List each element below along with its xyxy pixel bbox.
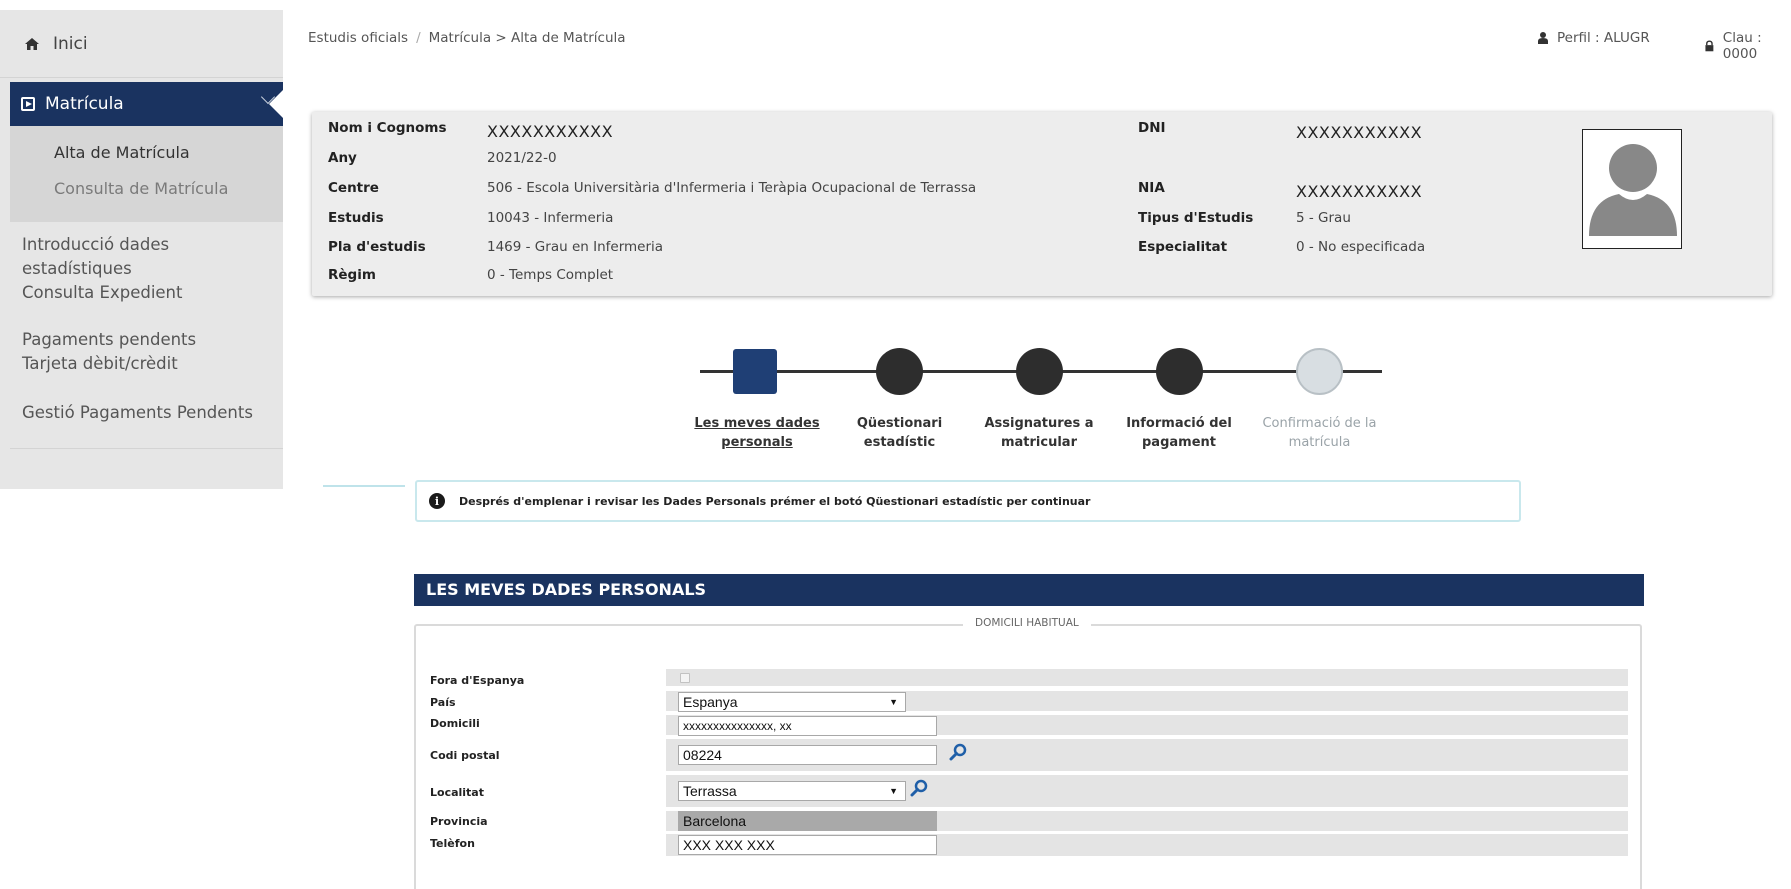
step-1-label[interactable]: Les meves dades personals — [692, 414, 822, 452]
step-4-marker[interactable] — [1156, 348, 1203, 395]
codi-postal-label: Codi postal — [430, 749, 500, 762]
key-label: Clau : 0000 — [1722, 30, 1762, 62]
localitat-label: Localitat — [430, 786, 484, 799]
step-3-marker[interactable] — [1016, 348, 1063, 395]
sidebar-item-pagaments-tarjeta[interactable]: Pagaments pendents Tarjeta dèbit/crèdit — [22, 328, 242, 376]
localitat-value: Terrassa — [683, 783, 737, 799]
info-alert: i Després d'emplenar i revisar les Dades… — [415, 480, 1521, 522]
row-fora-bg — [666, 669, 1628, 686]
avatar — [1582, 129, 1682, 249]
breadcrumb: Estudis oficials / Matrícula > Alta de Mat… — [308, 30, 626, 46]
section-title: LES MEVES DADES PERSONALS — [414, 574, 1644, 606]
pais-value: Espanya — [683, 694, 738, 710]
studies-value: 10043 - Infermeria — [487, 210, 614, 226]
sidebar-item-home[interactable]: Inici — [0, 10, 283, 78]
pais-label: País — [430, 696, 456, 709]
play-square-icon — [21, 97, 35, 111]
name-value: XXXXXXXXXXX — [487, 122, 614, 141]
telefon-label: Telèfon — [430, 837, 475, 850]
name-label: Nom i Cognoms — [328, 120, 447, 136]
sidebar-item-alta-matricula[interactable]: Alta de Matrícula — [54, 143, 190, 162]
pais-select[interactable]: Espanya ▼ — [678, 692, 906, 712]
step-4-label[interactable]: Informació del pagament — [1124, 414, 1234, 452]
breadcrumb-separator: / — [416, 30, 421, 46]
dni-label: DNI — [1138, 120, 1166, 136]
home-icon — [25, 37, 39, 50]
step-1-marker[interactable] — [733, 349, 777, 394]
info-icon: i — [429, 493, 445, 509]
sidebar-divider — [10, 448, 283, 449]
breadcrumb-path: Matrícula > Alta de Matrícula — [428, 30, 626, 46]
dni-value: XXXXXXXXXXX — [1296, 123, 1423, 142]
centre-value: 506 - Escola Universitària d'Infermeria … — [487, 180, 977, 196]
active-indicator — [269, 90, 283, 118]
provincia-field: Barcelona — [678, 811, 937, 831]
step-2-label[interactable]: Qüestionari estadístic — [842, 414, 957, 452]
search-icon[interactable] — [910, 779, 928, 797]
type-label: Tipus d'Estudis — [1138, 210, 1254, 226]
regime-value: 0 - Temps Complet — [487, 267, 614, 283]
sidebar-item-matricula[interactable]: Matrícula — [10, 82, 283, 126]
fora-label: Fora d'Espanya — [430, 674, 525, 687]
sidebar-item-pagaments-pendents[interactable]: Gestió Pagaments Pendents — [22, 401, 272, 425]
fora-espanya-checkbox[interactable] — [680, 673, 690, 683]
sidebar-submenu: Alta de Matrícula Consulta de Matrícula — [10, 126, 283, 222]
key-indicator: Clau : 0000 — [1705, 30, 1791, 62]
spec-value: 0 - No especificada — [1296, 239, 1426, 255]
centre-label: Centre — [328, 180, 379, 196]
step-3-label[interactable]: Assignatures a matricular — [979, 414, 1099, 452]
breadcrumb-root[interactable]: Estudis oficials — [308, 30, 408, 46]
codi-postal-input[interactable]: 08224 — [678, 745, 937, 765]
alert-text: Després d'emplenar i revisar les Dades P… — [459, 494, 1091, 508]
user-icon — [1538, 32, 1548, 44]
profile-label: Perfil : ALUGR — [1557, 30, 1650, 46]
regime-label: Règim — [328, 267, 376, 283]
nia-value: XXXXXXXXXXX — [1296, 182, 1423, 201]
user-avatar-icon — [1589, 144, 1677, 236]
provincia-label: Provincia — [430, 815, 488, 828]
domicili-label: Domicili — [430, 717, 480, 730]
dropdown-arrow-icon: ▼ — [889, 697, 898, 707]
plan-label: Pla d'estudis — [328, 239, 426, 255]
spec-label: Especialitat — [1138, 239, 1228, 255]
domicili-input[interactable]: xxxxxxxxxxxxxxx, xx — [678, 716, 937, 736]
year-value: 2021/22-0 — [487, 150, 557, 166]
year-label: Any — [328, 150, 357, 166]
sidebar-home-label: Inici — [53, 33, 88, 54]
fieldset-legend: DOMICILI HABITUAL — [963, 617, 1091, 629]
step-5-label: Confirmació de la matrícula — [1262, 416, 1377, 450]
sidebar-matricula-label: Matrícula — [45, 94, 124, 114]
profile-indicator: Perfil : ALUGR — [1538, 30, 1650, 46]
type-value: 5 - Grau — [1296, 210, 1351, 226]
search-icon[interactable] — [949, 743, 967, 761]
localitat-select[interactable]: Terrassa ▼ — [678, 781, 906, 801]
nia-label: NIA — [1138, 180, 1165, 196]
step-5-marker — [1296, 348, 1343, 395]
plan-value: 1469 - Grau en Infermeria — [487, 239, 664, 255]
decorative-line — [323, 485, 405, 487]
step-2-marker[interactable] — [876, 348, 923, 395]
sidebar-item-estadistiques[interactable]: Introducció dades estadístiques — [22, 233, 272, 281]
student-info-panel: Nom i Cognoms XXXXXXXXXXX Any 2021/22-0 … — [312, 112, 1772, 296]
studies-label: Estudis — [328, 210, 384, 226]
lock-icon — [1705, 40, 1714, 52]
sidebar-item-expedient[interactable]: Consulta Expedient — [22, 281, 272, 305]
telefon-input[interactable]: XXX XXX XXX — [678, 835, 937, 855]
dropdown-arrow-icon: ▼ — [889, 786, 898, 796]
sidebar-item-consulta-matricula[interactable]: Consulta de Matrícula — [54, 179, 228, 198]
